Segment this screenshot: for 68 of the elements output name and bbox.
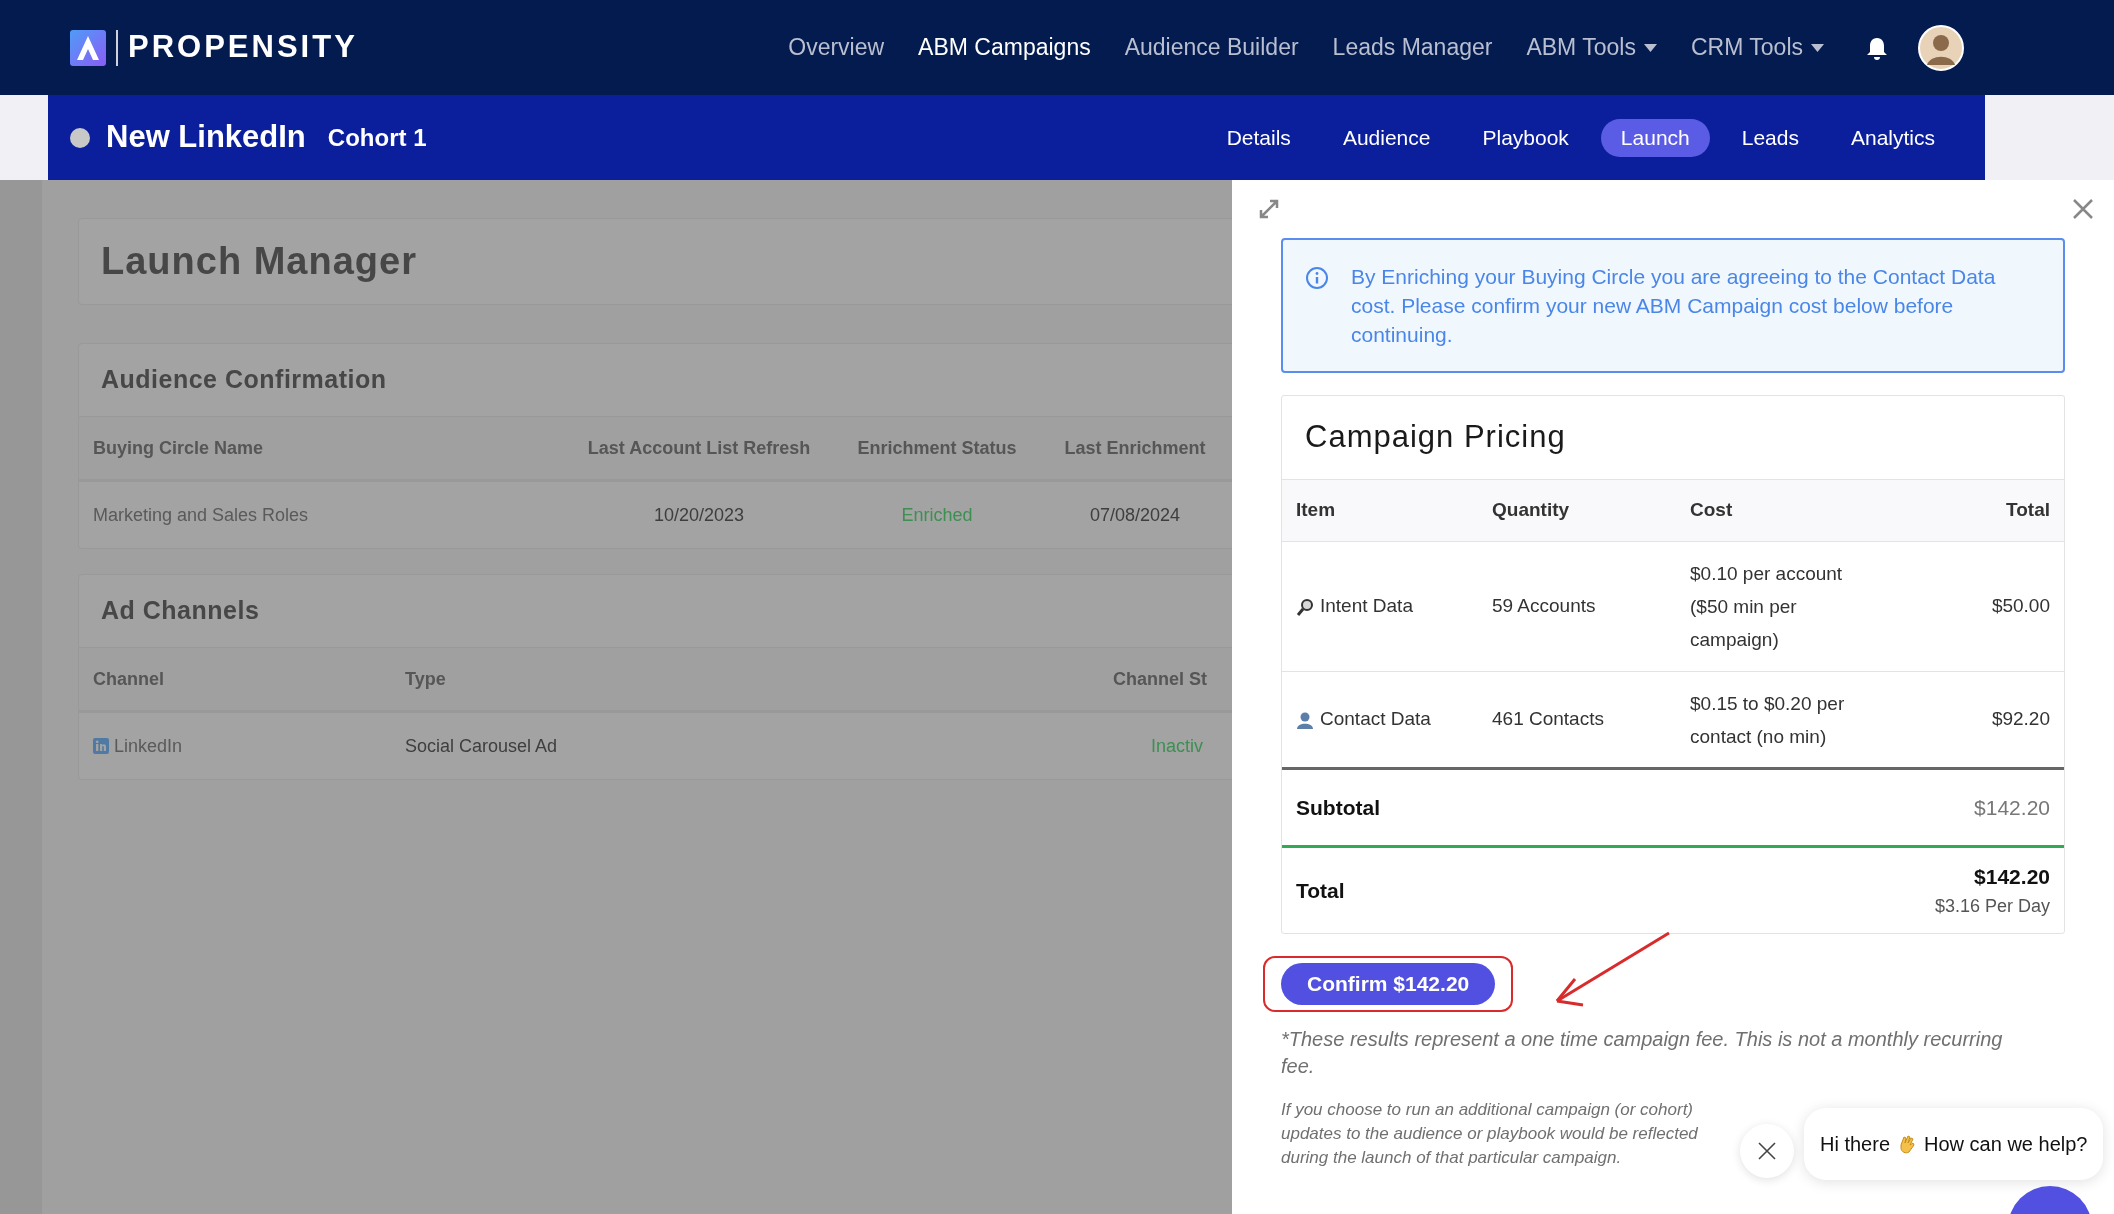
table-cell-text: 07/08/2024 <box>1088 503 1182 527</box>
expand-icon[interactable] <box>1258 198 1280 220</box>
person-icon <box>1296 710 1314 729</box>
column-header: Buying Circle Name <box>93 436 265 460</box>
subtotal-value: $142.20 <box>1974 794 2050 821</box>
total-value: $142.20 <box>1974 864 2050 891</box>
table-cell-text: Social Carousel Ad <box>405 734 559 758</box>
column-header: Quantity <box>1492 498 1571 523</box>
column-header: Enrichment Status <box>856 436 1018 460</box>
table-cell-text: $92.20 <box>1990 707 2050 732</box>
notice-text: By Enriching your Buying Circle you are agreeing to the Contact Data cost. Please confirm your new ABM Campaign cost below before continuing. <box>1351 264 1997 348</box>
total-label: Total <box>1296 877 1345 904</box>
campaign-tab[interactable]: Analytics <box>1830 118 1955 157</box>
column-header: Channel St <box>1112 667 1208 691</box>
column-header: Total <box>2005 498 2050 523</box>
column-header: Last Enrichment <box>1063 436 1207 460</box>
item-name: Contact Data <box>1320 707 1431 732</box>
confirm-button[interactable]: Confirm $142.20 <box>1281 963 1496 1005</box>
info-icon <box>1305 266 1329 290</box>
table-cell-text: Inactiv <box>1150 734 1205 758</box>
column-header: Last Account List Refresh <box>586 436 812 460</box>
magnifier-icon <box>1296 597 1314 616</box>
column-header: Type <box>405 667 447 691</box>
nav-link[interactable]: Overview <box>788 30 885 65</box>
item-name: Intent Data <box>1320 594 1413 619</box>
table-cell-text: $0.15 to $0.20 per contact (no min) <box>1690 691 1846 749</box>
pricing-title: Campaign Pricing <box>1305 418 1566 457</box>
cohort-name: Cohort 1 <box>327 122 427 153</box>
chat-greeting: Hi there <box>1820 1132 1891 1157</box>
nav-link[interactable]: ABM Tools <box>1526 30 1657 65</box>
notification-bell-icon[interactable] <box>1866 35 1888 60</box>
nav-link[interactable]: Leads Manager <box>1332 30 1493 65</box>
nav-link[interactable]: ABM Campaigns <box>918 30 1091 65</box>
per-day-value: $3.16 Per Day <box>1934 894 2050 918</box>
chat-bubble[interactable]: Hi there How can we help? <box>1804 1108 2104 1180</box>
close-icon <box>1757 1141 1777 1161</box>
footnote-text: *These results represent a one time campaign fee. This is not a monthly recurring fee. <box>1281 1027 2004 1079</box>
section-title: Audience Confirmation <box>101 364 387 396</box>
close-icon[interactable] <box>2072 198 2094 220</box>
table-cell-text: 10/20/2023 <box>652 503 746 527</box>
column-header: Channel <box>93 667 165 691</box>
nav-link[interactable]: Audience Builder <box>1124 30 1299 65</box>
brand-name: PROPENSITY <box>128 28 358 67</box>
campaign-tab[interactable]: Leads <box>1721 118 1819 157</box>
avatar-icon[interactable] <box>1918 24 1964 71</box>
note-text: If you choose to run an additional campaign (or cohort) updates to the audience or playbook would be reflected during the launch of that particular campaign. <box>1281 1099 1699 1169</box>
campaign-tab[interactable]: Details <box>1206 118 1311 157</box>
table-cell-text: Marketing and Sales Roles <box>93 503 310 527</box>
campaign-tab[interactable]: Launch <box>1600 118 1710 157</box>
campaign-tab[interactable]: Playbook <box>1462 118 1589 157</box>
chat-close-button[interactable] <box>1740 1124 1794 1178</box>
chat-question: How can we help? <box>1924 1132 2088 1157</box>
table-cell-text: 59 Accounts <box>1492 594 1597 619</box>
status-text: Enriched <box>900 503 974 527</box>
column-header: Item <box>1296 498 1337 523</box>
channel-name: LinkedIn <box>114 734 183 758</box>
page-title: Launch Manager <box>101 239 417 284</box>
campaign-name: New LinkedIn <box>106 118 306 157</box>
nav-link[interactable]: CRM Tools <box>1690 30 1824 65</box>
campaign-tab[interactable]: Audience <box>1322 118 1451 157</box>
table-cell-text: $0.10 per account ($50 min per campaign) <box>1690 562 1844 652</box>
linkedin-icon <box>93 738 109 754</box>
subtotal-label: Subtotal <box>1296 794 1380 821</box>
logo-icon <box>70 29 106 66</box>
column-header: Cost <box>1690 498 1734 523</box>
section-title: Ad Channels <box>101 595 260 627</box>
table-cell-text: $50.00 <box>1990 594 2050 619</box>
table-cell-text: 461 Contacts <box>1492 707 1605 732</box>
